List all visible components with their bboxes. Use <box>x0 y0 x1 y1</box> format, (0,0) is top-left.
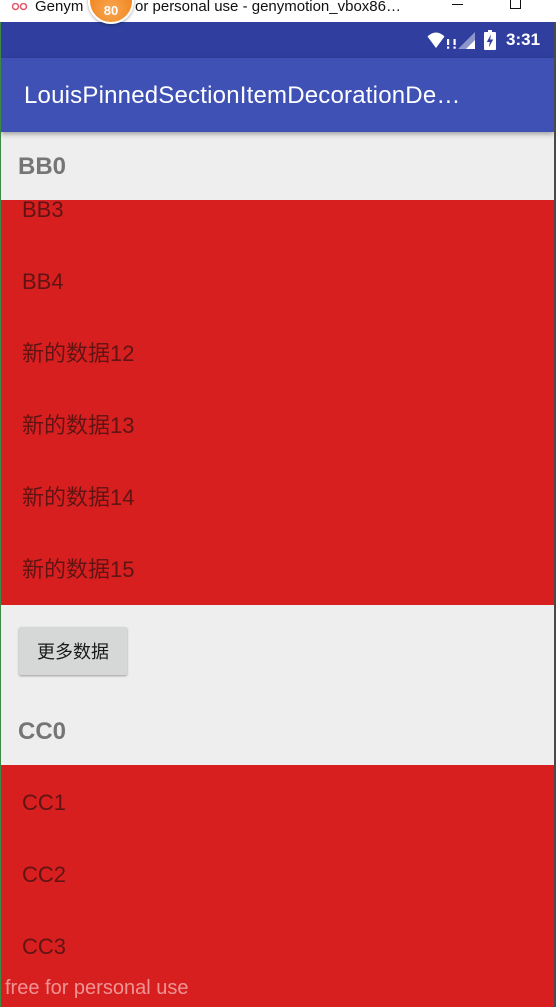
section-items-cc: CC1 CC2 CC3 <box>1 765 554 1007</box>
list-item[interactable]: CC3 <box>1 911 554 983</box>
badge-count: 80 <box>103 3 119 18</box>
watermark: free for personal use <box>5 977 189 999</box>
section-items-bb: BB3 BB4 新的数据12 新的数据13 新的数据14 新的数据15 <box>1 200 554 605</box>
emulator-screen: 3:31 LouisPinnedSectionItemDecorationDe…… <box>1 22 554 1007</box>
window-title-bar: Genym or personal use - genymotion_vbox8… <box>0 0 556 22</box>
minimize-button[interactable] <box>443 0 473 14</box>
list-content[interactable]: BB0 BB3 BB4 新的数据12 新的数据13 新的数据14 新的数据15 … <box>1 132 554 1007</box>
status-time: 3:31 <box>506 30 541 49</box>
maximize-button[interactable] <box>500 0 530 14</box>
list-item-label: BB3 <box>22 200 64 222</box>
list-item[interactable]: 新的数据12 <box>1 318 554 390</box>
frame-border-left <box>0 22 1 1007</box>
list-item[interactable]: 新的数据13 <box>1 390 554 462</box>
list-item[interactable]: CC2 <box>1 839 554 911</box>
list-item[interactable]: BB4 <box>1 246 554 318</box>
maximize-icon <box>510 0 521 9</box>
section-header-bb0: BB0 <box>1 132 554 200</box>
list-item-label: 新的数据12 <box>22 341 135 366</box>
wifi-alert-icon <box>427 32 450 49</box>
app-title: LouisPinnedSectionItemDecorationDe… <box>24 82 461 109</box>
list-item-label: 新的数据13 <box>22 413 135 438</box>
list-item[interactable]: CC1 <box>1 767 554 839</box>
section-header-cc0: CC0 <box>1 697 554 765</box>
section-header-label: BB0 <box>18 153 67 180</box>
list-item-label: 新的数据14 <box>22 485 135 510</box>
status-bar: 3:31 <box>1 22 554 58</box>
list-item[interactable]: 新的数据15 <box>1 534 554 605</box>
more-data-button[interactable]: 更多数据 <box>19 627 127 675</box>
section-header-label: CC0 <box>18 718 67 745</box>
minimize-icon <box>452 4 463 5</box>
signal-alert-icon <box>453 32 475 49</box>
list-item[interactable]: 新的数据14 <box>1 462 554 534</box>
list-item-label: CC2 <box>22 862 67 887</box>
list-item[interactable]: BB3 <box>1 200 554 246</box>
screen: Genym or personal use - genymotion_vbox8… <box>0 0 556 1007</box>
app-bar: LouisPinnedSectionItemDecorationDe… <box>1 58 554 132</box>
list-item-label: CC1 <box>22 790 67 815</box>
genymotion-icon <box>11 0 29 11</box>
list-item-label: BB4 <box>22 269 64 294</box>
battery-charging-icon <box>484 30 496 50</box>
list-item-label: CC3 <box>22 934 67 959</box>
window-title-end: or personal use - genymotion_vbox86… <box>135 0 401 15</box>
window-title-start: Genym <box>35 0 84 15</box>
list-item-label: 新的数据15 <box>22 557 135 582</box>
